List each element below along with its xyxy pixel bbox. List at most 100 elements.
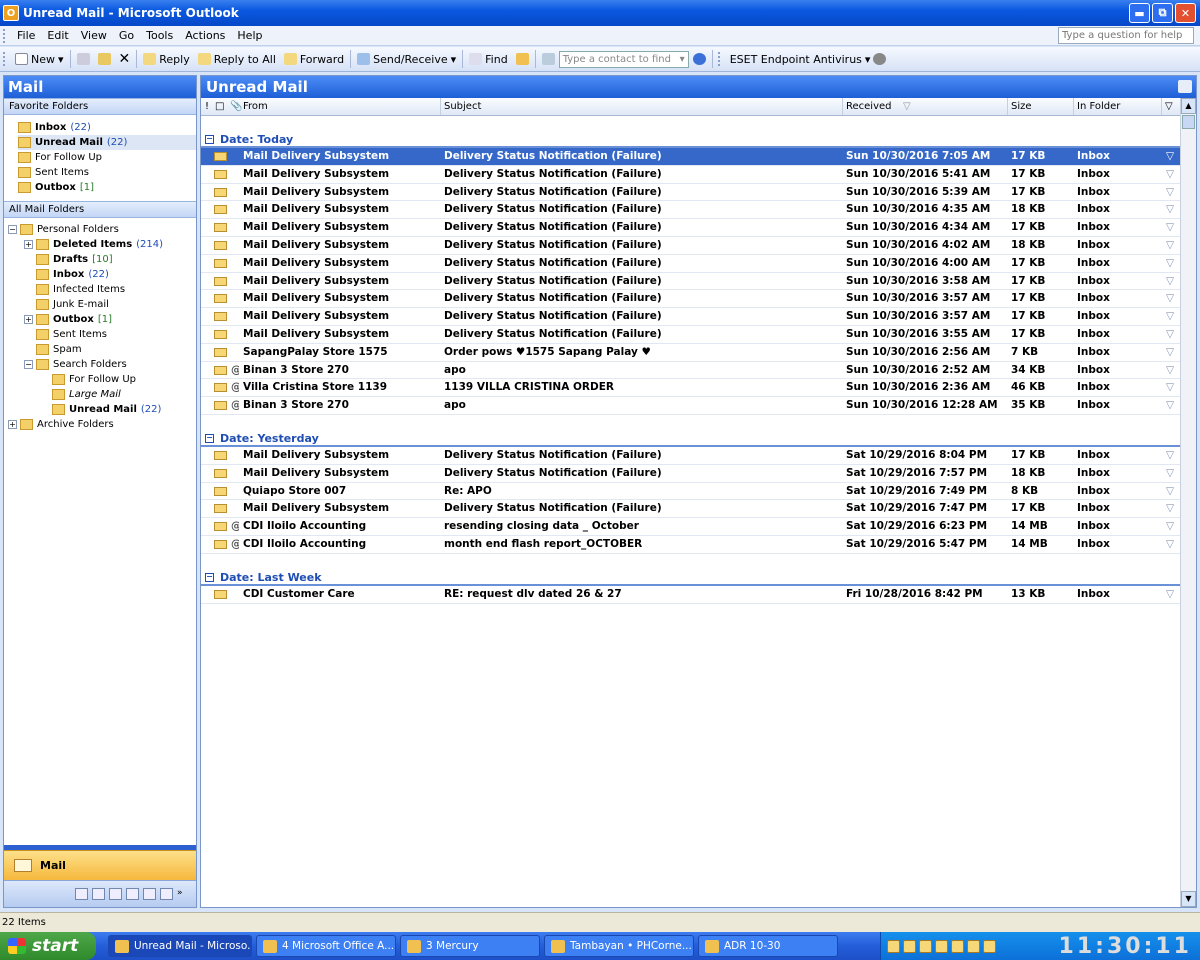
message-row[interactable]: Mail Delivery Subsystem Delivery Status N… xyxy=(201,166,1180,184)
expand-icon[interactable]: + xyxy=(24,315,33,324)
favorite-outbox[interactable]: Outbox [1] xyxy=(18,180,196,195)
flag-icon[interactable]: ▽ xyxy=(1166,485,1174,497)
collapse-group-icon[interactable]: − xyxy=(205,433,214,443)
all-mail-folders-header[interactable]: All Mail Folders xyxy=(4,201,196,218)
favorite-unread-mail[interactable]: Unread Mail (22) xyxy=(18,135,196,150)
minimize-button[interactable]: ▬ xyxy=(1129,3,1150,23)
expand-icon[interactable]: + xyxy=(24,240,33,249)
tray-icon[interactable] xyxy=(951,939,964,953)
column-in-folder[interactable]: In Folder xyxy=(1077,101,1120,112)
flag-icon[interactable]: ▽ xyxy=(1166,221,1174,233)
new-button[interactable]: New ▾ xyxy=(11,49,68,70)
folder-tree-item[interactable]: Spam xyxy=(8,342,196,357)
flag-icon[interactable]: ▽ xyxy=(1166,364,1174,376)
folder-tree-item[interactable]: Inbox (22) xyxy=(8,267,196,282)
folder-tree-item[interactable]: Drafts [10] xyxy=(8,252,196,267)
tray-icon[interactable] xyxy=(983,939,996,953)
notes-icon[interactable] xyxy=(126,888,139,900)
taskbar-button[interactable]: Tambayan • PHCorne... xyxy=(544,935,694,957)
contact-dropdown-icon[interactable]: ▾ xyxy=(680,54,685,65)
menu-grip[interactable] xyxy=(3,28,9,43)
date-group-header[interactable]: − Date: Today xyxy=(201,116,1180,148)
move-to-folder-button[interactable] xyxy=(94,49,115,70)
message-row[interactable]: Mail Delivery Subsystem Delivery Status N… xyxy=(201,237,1180,255)
menu-edit[interactable]: Edit xyxy=(41,29,74,42)
flag-icon[interactable]: ▽ xyxy=(1166,449,1174,461)
start-button[interactable]: start xyxy=(0,932,96,960)
folder-tree-item[interactable]: Large Mail xyxy=(8,387,196,402)
flag-icon[interactable]: ▽ xyxy=(1166,257,1174,269)
flag-icon[interactable]: ▽ xyxy=(1166,381,1174,393)
help-button[interactable] xyxy=(689,49,710,70)
flag-icon[interactable]: ▽ xyxy=(1166,502,1174,514)
importance-column-icon[interactable]: ! xyxy=(205,101,209,112)
date-group-header[interactable]: − Date: Last Week xyxy=(201,554,1180,586)
favorite-folders-header[interactable]: Favorite Folders xyxy=(4,98,196,115)
eset-dropdown-icon[interactable]: ▾ xyxy=(865,53,871,66)
tray-icon[interactable] xyxy=(967,939,980,953)
collapse-group-icon[interactable]: − xyxy=(205,135,214,144)
reply-button[interactable]: Reply xyxy=(139,49,193,70)
folder-tree-item[interactable]: Sent Items xyxy=(8,327,196,342)
toolbar-grip[interactable] xyxy=(717,52,724,66)
message-row[interactable]: Mail Delivery Subsystem Delivery Status N… xyxy=(201,326,1180,344)
tray-icon[interactable] xyxy=(887,939,900,953)
message-row[interactable]: Mail Delivery Subsystem Delivery Status N… xyxy=(201,273,1180,291)
flag-icon[interactable]: ▽ xyxy=(1166,310,1174,322)
send-receive-dropdown-icon[interactable]: ▾ xyxy=(451,53,457,66)
folder-tree-item[interactable]: Infected Items xyxy=(8,282,196,297)
column-divider[interactable] xyxy=(1073,98,1074,115)
flag-icon[interactable]: ▽ xyxy=(1166,399,1174,411)
message-row[interactable]: CDI Customer Care RE: request dlv dated 2… xyxy=(201,586,1180,604)
taskbar-button[interactable]: Unread Mail - Microso... xyxy=(108,935,252,957)
column-divider[interactable] xyxy=(1007,98,1008,115)
print-button[interactable] xyxy=(73,49,94,70)
collapse-icon[interactable]: − xyxy=(8,225,17,234)
message-row[interactable]: Quiapo Store 007 Re: APO Sat 10/29/2016 7:… xyxy=(201,483,1180,501)
expand-icon[interactable]: + xyxy=(8,420,17,429)
flag-icon[interactable]: ▽ xyxy=(1166,292,1174,304)
message-list-scrollbar[interactable]: ▲ ▼ xyxy=(1180,98,1196,907)
flag-icon[interactable]: ▽ xyxy=(1166,150,1174,162)
folder-tree-item[interactable]: + Deleted Items (214) xyxy=(8,237,196,252)
message-row[interactable]: Mail Delivery Subsystem Delivery Status N… xyxy=(201,465,1180,483)
flag-icon[interactable]: ▽ xyxy=(1166,239,1174,251)
scroll-down-icon[interactable]: ▼ xyxy=(1181,891,1196,907)
folder-tree-item[interactable]: Unread Mail (22) xyxy=(8,402,196,417)
menu-go[interactable]: Go xyxy=(113,29,140,42)
message-row[interactable]: Mail Delivery Subsystem Delivery Status N… xyxy=(201,255,1180,273)
column-divider[interactable] xyxy=(440,98,441,115)
flag-icon[interactable]: ▽ xyxy=(1166,186,1174,198)
find-button[interactable]: Find xyxy=(465,49,512,70)
message-row[interactable]: @ CDI Iloilo Accounting month end flash re… xyxy=(201,536,1180,554)
calendar-icon[interactable] xyxy=(75,888,88,900)
menu-tools[interactable]: Tools xyxy=(140,29,179,42)
date-group-header[interactable]: − Date: Yesterday xyxy=(201,415,1180,447)
mail-nav-button[interactable]: Mail xyxy=(4,850,196,880)
message-row[interactable]: SapangPalay Store 1575 Order pows ♥1575 S… xyxy=(201,344,1180,362)
message-row[interactable]: Mail Delivery Subsystem Delivery Status N… xyxy=(201,290,1180,309)
column-size[interactable]: Size xyxy=(1011,101,1032,112)
shortcuts-icon[interactable] xyxy=(160,888,173,900)
message-row[interactable]: @ Binan 3 Store 270 apo Sun 10/30/2016 2:52… xyxy=(201,362,1180,380)
message-row[interactable]: Mail Delivery Subsystem Delivery Status N… xyxy=(201,184,1180,202)
flag-icon[interactable]: ▽ xyxy=(1166,328,1174,340)
flag-icon[interactable]: ▽ xyxy=(1166,203,1174,215)
taskbar-button[interactable]: ADR 10-30 xyxy=(698,935,838,957)
column-from[interactable]: From xyxy=(243,101,268,112)
column-divider[interactable] xyxy=(842,98,843,115)
contacts-icon[interactable] xyxy=(92,888,105,900)
folder-tree-item[interactable]: + Outbox [1] xyxy=(8,312,196,327)
column-subject[interactable]: Subject xyxy=(444,101,481,112)
forward-button[interactable]: Forward xyxy=(280,49,348,70)
toolbar-grip[interactable] xyxy=(3,52,9,66)
close-button[interactable]: ✕ xyxy=(1175,3,1196,23)
folder-tree-item[interactable]: + Archive Folders xyxy=(8,417,196,432)
flag-icon[interactable]: ▽ xyxy=(1166,538,1174,550)
search-folder-icon[interactable] xyxy=(1178,80,1192,93)
tasks-icon[interactable] xyxy=(109,888,122,900)
flag-icon[interactable]: ▽ xyxy=(1166,467,1174,479)
attachment-column-icon[interactable]: 📎 xyxy=(230,101,242,112)
restore-button[interactable]: ⧉ xyxy=(1152,3,1173,23)
menu-actions[interactable]: Actions xyxy=(179,29,231,42)
